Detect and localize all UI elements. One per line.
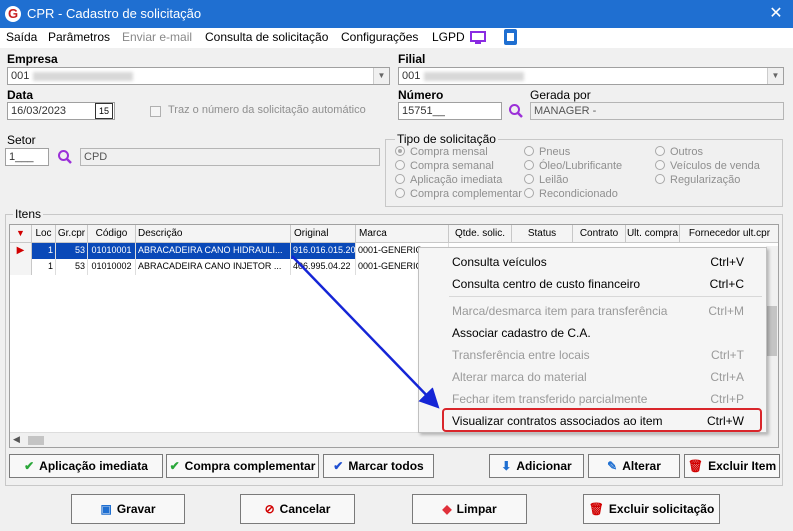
aplicacao-imediata-button[interactable]: ✔ Aplicação imediata [9, 454, 163, 478]
check-icon: ✔ [333, 459, 344, 473]
add-icon: ⬇ [501, 459, 512, 473]
eraser-icon: ◆ [442, 502, 452, 516]
excluir-solicitacao-button[interactable]: 🗑 Excluir solicitação [583, 494, 720, 524]
annotation-arrow [291, 255, 440, 409]
alterar-button[interactable]: ✎ Alterar [588, 454, 680, 478]
cancelar-button[interactable]: ⊘ Cancelar [240, 494, 355, 524]
marcar-todos-button[interactable]: ✔ Marcar todos [323, 454, 434, 478]
limpar-button[interactable]: ◆ Limpar [412, 494, 527, 524]
excluir-item-button[interactable]: 🗑 Excluir Item [684, 454, 780, 478]
check-icon: ✔ [24, 459, 35, 473]
cancel-icon: ⊘ [264, 502, 275, 516]
gravar-button[interactable]: ▣ Gravar [71, 494, 185, 524]
adicionar-button[interactable]: ⬇ Adicionar [489, 454, 584, 478]
trash-icon: 🗑 [588, 502, 604, 516]
edit-icon: ✎ [607, 459, 618, 473]
save-icon: ▣ [100, 502, 112, 516]
trash-icon: 🗑 [687, 459, 704, 473]
compra-complementar-button[interactable]: ✔ Compra complementar [166, 454, 319, 478]
check-icon: ✔ [169, 459, 180, 473]
